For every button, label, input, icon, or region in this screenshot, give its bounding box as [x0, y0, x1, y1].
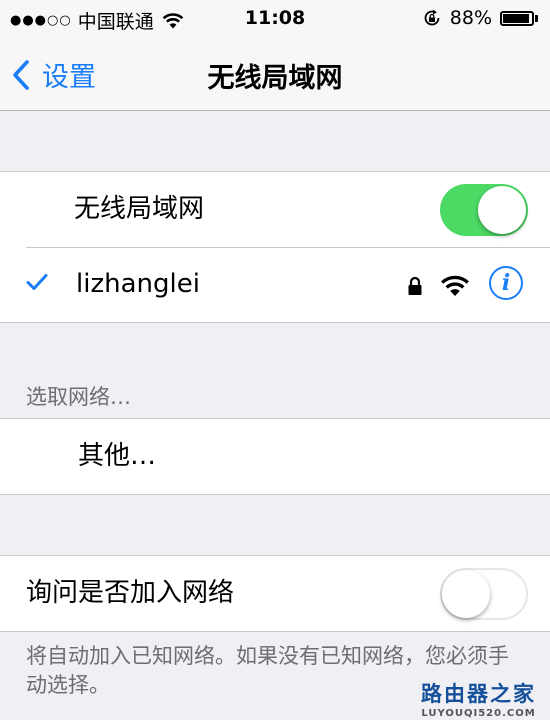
rotation-lock-icon — [424, 9, 440, 26]
choose-network-header: 选取网络… — [26, 385, 131, 409]
wifi-strength-icon — [441, 275, 469, 296]
other-network-row[interactable]: 其他… — [0, 419, 550, 494]
wlan-toggle-switch[interactable] — [440, 184, 528, 236]
page-title: 无线局域网 — [207, 63, 343, 94]
ask-join-toggle-switch[interactable] — [440, 568, 528, 620]
watermark-logo: 路由器之家 LUYOUQI520.COM — [421, 678, 536, 719]
watermark-url: LUYOUQI520.COM — [421, 708, 536, 719]
battery-percent: 88% — [449, 7, 492, 29]
choose-network-group: 其他… — [0, 418, 550, 495]
ask-join-group: 询问是否加入网络 — [0, 555, 550, 632]
info-icon[interactable]: i — [489, 266, 523, 300]
wlan-toggle-label: 无线局域网 — [74, 194, 205, 224]
ask-join-row: 询问是否加入网络 — [0, 556, 550, 631]
status-bar: ●●●○○ 中国联通 11:08 88% — [0, 0, 550, 36]
other-network-label: 其他… — [78, 441, 157, 471]
ask-join-label: 询问是否加入网络 — [26, 578, 235, 608]
navigation-bar: 设置 无线局域网 — [0, 36, 550, 111]
toggle-knob — [442, 570, 490, 618]
toggle-knob — [478, 186, 526, 234]
network-name: lizhanglei — [76, 269, 200, 299]
wlan-toggle-row: 无线局域网 — [0, 172, 550, 247]
lock-icon — [408, 276, 422, 295]
wlan-group: 无线局域网 lizhanglei — [0, 171, 550, 323]
battery-tip — [535, 14, 538, 22]
battery-icon — [500, 10, 534, 26]
watermark-title: 路由器之家 — [421, 682, 536, 706]
checkmark-icon — [26, 274, 48, 290]
